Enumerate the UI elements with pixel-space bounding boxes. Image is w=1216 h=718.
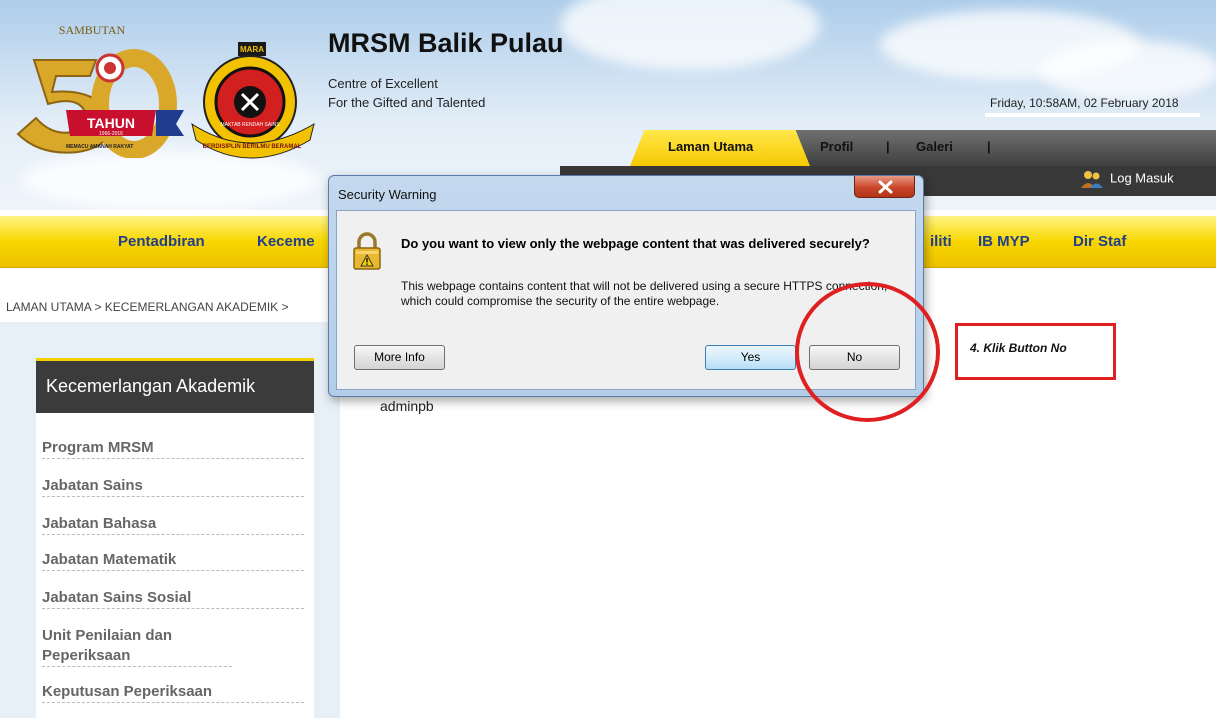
nav-dir-staf[interactable]: Dir Staf	[1073, 233, 1126, 250]
subtitle-line-1: Centre of Excellent	[328, 76, 438, 91]
sidebar-item-jabatan-sains[interactable]: Jabatan Sains	[42, 476, 304, 497]
date-display: Friday, 10:58AM, 02 February 2018	[990, 96, 1179, 110]
sidebar-item-jabatan-matematik[interactable]: Jabatan Matematik	[42, 550, 304, 571]
sidebar: Kecemerlangan Akademik Program MRSM Jaba…	[36, 358, 314, 718]
login-label[interactable]: Log Masuk	[1110, 170, 1174, 185]
dialog-question: Do you want to view only the webpage con…	[401, 236, 870, 251]
mara-logo-ribbon: BERDISIPLIN BERILMU BERAMAL	[203, 144, 302, 150]
top-tab-bar: Laman Utama Profil | Galeri |	[630, 126, 1216, 166]
annotation-circle	[795, 282, 940, 422]
nav-fasiliti[interactable]: iliti	[930, 233, 952, 250]
logo-50-motto: MEMACU AMANAH RAKYAT	[66, 144, 133, 150]
dialog-close-button[interactable]	[854, 176, 915, 198]
tab-separator: |	[987, 139, 991, 154]
annotation-text: 4. Klik Button No	[970, 341, 1067, 355]
tab-galeri[interactable]: Galeri	[916, 139, 953, 154]
nav-pentadbiran[interactable]: Pentadbiran	[118, 233, 205, 250]
author-name: adminpb	[380, 398, 434, 414]
nav-kecemerlangan[interactable]: Keceme	[257, 233, 315, 250]
mara-logo-inner: MAKTAB RENDAH SAINS	[220, 122, 280, 128]
tab-laman-utama-label[interactable]: Laman Utama	[668, 139, 753, 154]
subtitle-line-2: For the Gifted and Talented	[328, 95, 486, 110]
lock-warning-icon	[353, 232, 381, 270]
more-info-button[interactable]: More Info	[354, 345, 445, 370]
logo-50-years: 1966-2016	[99, 131, 123, 137]
close-icon	[878, 180, 893, 194]
anniversary-50-logo: SAMBUTAN TAHUN 1966-2016 MEMACU AMANAH R…	[16, 23, 184, 158]
dialog-title: Security Warning	[338, 187, 437, 202]
sidebar-title: Kecemerlangan Akademik	[46, 376, 256, 396]
sidebar-item-program-mrsm[interactable]: Program MRSM	[42, 438, 304, 459]
login-link[interactable]: Log Masuk	[1080, 170, 1174, 188]
sidebar-header: Kecemerlangan Akademik	[36, 358, 314, 413]
logo-50-top-text: SAMBUTAN	[59, 23, 126, 37]
site-subtitle: Centre of Excellent For the Gifted and T…	[328, 74, 485, 112]
sidebar-item-jabatan-bahasa[interactable]: Jabatan Bahasa	[42, 514, 304, 535]
mara-logo: MARA MAKTAB RENDAH SAINS BERDISIPLIN BER…	[191, 42, 315, 159]
sidebar-item-keputusan-peperiksaan[interactable]: Keputusan Peperiksaan	[42, 682, 304, 703]
tab-profil[interactable]: Profil	[820, 139, 853, 154]
date-underline	[985, 113, 1200, 117]
yes-button[interactable]: Yes	[705, 345, 796, 370]
sidebar-item-jabatan-sains-sosial[interactable]: Jabatan Sains Sosial	[42, 588, 304, 609]
logo-50-badge: TAHUN	[87, 115, 135, 131]
tab-separator: |	[886, 139, 890, 154]
sidebar-item-unit-penilaian[interactable]: Unit Penilaian dan Peperiksaan	[42, 626, 232, 667]
breadcrumb[interactable]: LAMAN UTAMA > KECEMERLANGAN AKADEMIK >	[6, 300, 289, 314]
users-icon	[1081, 171, 1103, 188]
nav-ib-myp[interactable]: IB MYP	[978, 233, 1030, 250]
mara-logo-top: MARA	[240, 45, 264, 54]
site-title: MRSM Balik Pulau	[328, 28, 564, 58]
